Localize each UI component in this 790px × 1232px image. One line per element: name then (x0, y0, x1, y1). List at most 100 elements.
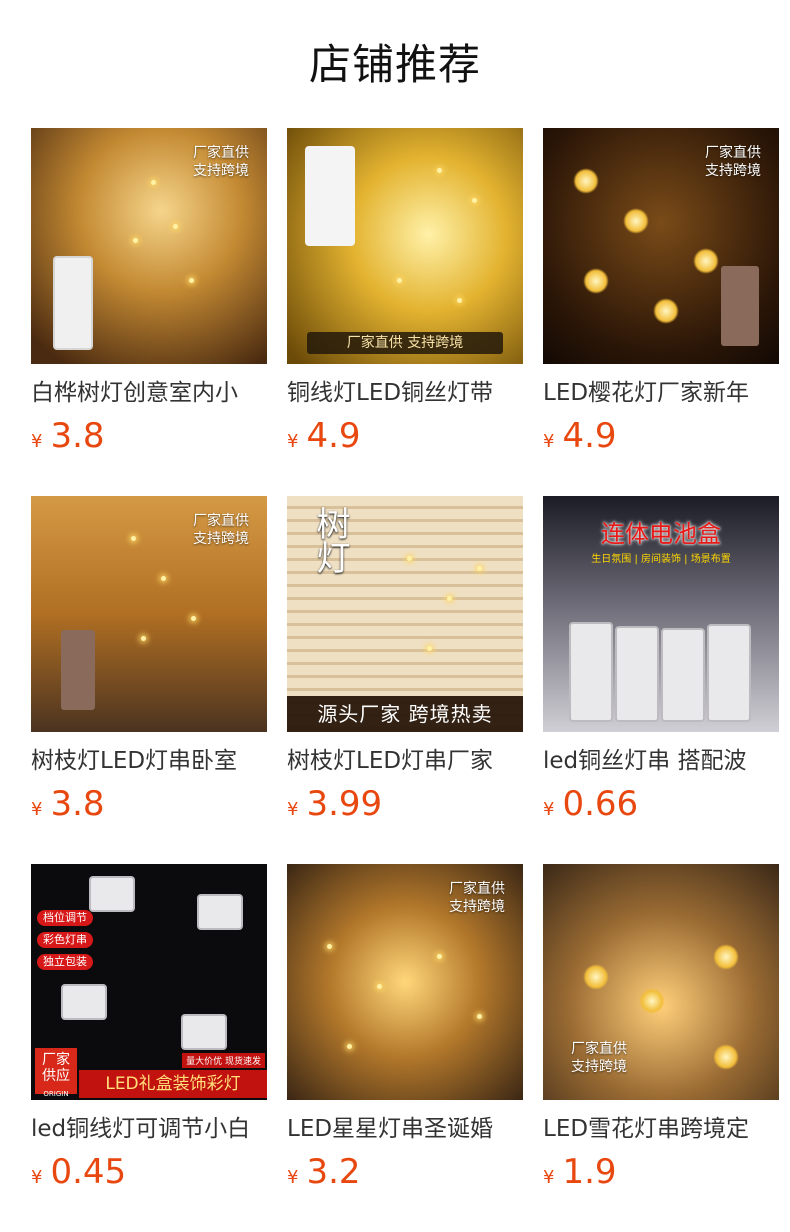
light-dot (151, 180, 156, 185)
product-name[interactable]: 白桦树灯创意室内小 (31, 378, 267, 408)
product-price: ¥ 4.9 (287, 416, 523, 456)
badge-line: 支持跨境 (193, 163, 249, 179)
badge-line: 厂家直供 (193, 145, 249, 161)
product-price: ¥ 3.8 (31, 416, 267, 456)
product-name[interactable]: LED雪花灯串跨境定 (543, 1114, 779, 1144)
badge-line: 支持跨境 (449, 899, 505, 915)
product-card[interactable]: 厂家直供 支持跨境 树枝灯LED灯串卧室 ¥ 3.8 (31, 496, 267, 836)
price-value: 3.99 (306, 784, 383, 824)
product-price: ¥ 3.99 (287, 784, 523, 824)
flower-light (583, 268, 609, 294)
light-dot (477, 566, 482, 571)
snowflake-light (713, 944, 739, 970)
currency-symbol: ¥ (287, 1167, 299, 1188)
battery-box-image (569, 622, 613, 722)
origin-badge-small: ORIGIN (43, 1090, 69, 1098)
origin-badge-line: 供应 (42, 1068, 70, 1084)
badge-line: 厂家直供 (449, 881, 505, 897)
product-card[interactable]: 厂家直供 支持跨境 铜线灯LED铜丝灯带 ¥ 4.9 (287, 128, 523, 468)
product-image[interactable]: 厂家直供 支持跨境 (543, 864, 779, 1100)
origin-badge-line: 厂家 (42, 1052, 70, 1068)
page-title: 店铺推荐 (308, 40, 481, 89)
battery-box-image (721, 266, 759, 346)
price-value: 0.45 (50, 1152, 127, 1192)
battery-box-image (197, 894, 243, 930)
product-name[interactable]: 树枝灯LED灯串卧室 (31, 746, 267, 776)
product-name[interactable]: LED樱花灯厂家新年 (543, 378, 779, 408)
product-image[interactable]: 厂家直供 支持跨境 (31, 128, 267, 364)
product-card[interactable]: 厂家直供 支持跨境 LED星星灯串圣诞婚 ¥ 3.2 (287, 864, 523, 1204)
product-card[interactable]: 厂家直供 支持跨境 白桦树灯创意室内小 ¥ 3.8 (31, 128, 267, 468)
product-image[interactable]: 树灯 源头厂家 跨境热卖 (287, 496, 523, 732)
currency-symbol: ¥ (543, 431, 555, 452)
price-value: 3.8 (50, 416, 105, 456)
badge-line: 厂家直供 (705, 145, 761, 161)
light-dot (133, 238, 138, 243)
battery-box-image (61, 630, 95, 710)
product-card[interactable]: 连体电池盒 生日氛围 | 房间装饰 | 场景布置 led铜丝灯串 搭配波 ¥ 0… (543, 496, 779, 836)
product-price: ¥ 4.9 (543, 416, 779, 456)
product-image[interactable]: 连体电池盒 生日氛围 | 房间装饰 | 场景布置 (543, 496, 779, 732)
currency-symbol: ¥ (543, 799, 555, 820)
product-badge: 厂家直供 支持跨境 (193, 144, 249, 180)
light-dot (447, 596, 452, 601)
light-dot (427, 646, 432, 651)
product-badge: 厂家直供 支持跨境 (449, 880, 505, 916)
price-value: 1.9 (562, 1152, 617, 1192)
currency-symbol: ¥ (31, 799, 43, 820)
price-value: 4.9 (306, 416, 361, 456)
product-banner: LED礼盒装饰彩灯 (79, 1070, 267, 1098)
snowflake-light (639, 988, 665, 1014)
light-dot (173, 224, 178, 229)
badge-line: 支持跨境 (193, 531, 249, 547)
shop-recommendation-page: 店铺推荐 厂家直供 支持跨境 白桦树灯创意室内小 ¥ 3.8 厂家直供 支持跨境… (0, 0, 790, 1232)
product-name[interactable]: led铜丝灯串 搭配波 (543, 746, 779, 776)
product-name[interactable]: 树枝灯LED灯串厂家 (287, 746, 523, 776)
currency-symbol: ¥ (287, 799, 299, 820)
product-card[interactable]: 档位调节 彩色灯串 独立包装 厂家 供应 ORIGIN 量大价优 现货速发 LE… (31, 864, 267, 1204)
price-value: 4.9 (562, 416, 617, 456)
badge-line: 厂家直供 (571, 1041, 627, 1057)
battery-box-image (615, 626, 659, 722)
product-image[interactable]: 厂家直供 支持跨境 (287, 128, 523, 364)
flower-light (653, 298, 679, 324)
light-dot (472, 198, 477, 203)
product-badge: 厂家直供 支持跨境 (705, 144, 761, 180)
snowflake-light (583, 964, 609, 990)
product-price: ¥ 3.8 (31, 784, 267, 824)
product-image[interactable]: 厂家直供 支持跨境 (543, 128, 779, 364)
origin-badge: 厂家 供应 ORIGIN (35, 1048, 77, 1098)
product-card[interactable]: 树灯 源头厂家 跨境热卖 树枝灯LED灯串厂家 ¥ 3.99 (287, 496, 523, 836)
battery-box-image (661, 628, 705, 722)
image-headline: 连体电池盒 (601, 520, 721, 548)
product-card[interactable]: 厂家直供 支持跨境 LED雪花灯串跨境定 ¥ 1.9 (543, 864, 779, 1204)
badge-line: 支持跨境 (705, 163, 761, 179)
product-name[interactable]: led铜线灯可调节小白 (31, 1114, 267, 1144)
price-value: 3.2 (306, 1152, 361, 1192)
product-badge: 厂家直供 支持跨境 (193, 512, 249, 548)
product-price: ¥ 3.2 (287, 1152, 523, 1192)
light-dot (347, 1044, 352, 1049)
promo-tag: 量大价优 现货速发 (182, 1053, 265, 1068)
product-image[interactable]: 厂家直供 支持跨境 (31, 496, 267, 732)
product-image[interactable]: 厂家直供 支持跨境 (287, 864, 523, 1100)
light-dot (407, 556, 412, 561)
product-image[interactable]: 档位调节 彩色灯串 独立包装 厂家 供应 ORIGIN 量大价优 现货速发 LE… (31, 864, 267, 1100)
light-dot (141, 636, 146, 641)
flower-light (623, 208, 649, 234)
price-value: 0.66 (562, 784, 639, 824)
image-subline: 生日氛围 | 房间装饰 | 场景布置 (591, 554, 731, 565)
light-dot (477, 1014, 482, 1019)
battery-box-image (89, 876, 135, 912)
battery-box-image (181, 1014, 227, 1050)
light-dot (437, 954, 442, 959)
light-dot (457, 298, 462, 303)
product-name[interactable]: LED星星灯串圣诞婚 (287, 1114, 523, 1144)
product-name[interactable]: 铜线灯LED铜丝灯带 (287, 378, 523, 408)
product-card[interactable]: 厂家直供 支持跨境 LED樱花灯厂家新年 ¥ 4.9 (543, 128, 779, 468)
currency-symbol: ¥ (543, 1167, 555, 1188)
product-badge: 厂家直供 支持跨境 (571, 1040, 627, 1076)
product-banner: 源头厂家 跨境热卖 (287, 696, 523, 732)
feature-tag: 档位调节 (37, 910, 93, 926)
product-banner: 厂家直供 支持跨境 (307, 332, 503, 354)
